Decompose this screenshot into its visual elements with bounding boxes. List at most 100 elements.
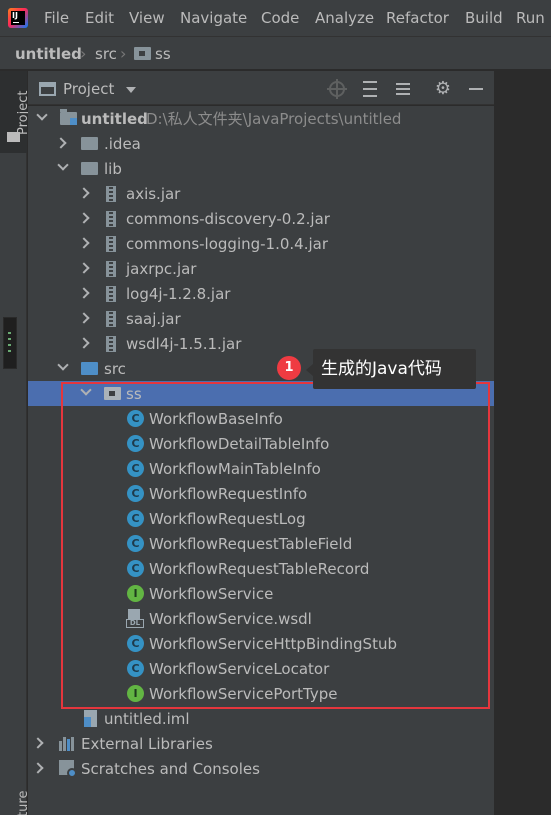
chevron-right-icon[interactable] [32,762,44,774]
class-icon: C [127,510,144,527]
interface-icon: I [127,685,144,702]
chevron-right-icon[interactable] [55,137,67,149]
class-icon: C [127,485,144,502]
chevron-right-icon[interactable] [78,262,90,274]
jar-icon [106,286,116,302]
menu-build[interactable]: Build [465,0,503,36]
tree-row-file[interactable]: I WorkflowService [28,581,494,606]
chevron-right-icon[interactable] [78,337,90,349]
class-icon: C [127,660,144,677]
tree-row-file[interactable]: C WorkflowRequestLog [28,506,494,531]
left-tool-strip: Project Structure [0,71,31,815]
annotation-text: 生成的Java代码 [321,359,442,379]
breadcrumb: untitled › src › ss [0,36,551,70]
jar-name: saaj.jar [126,310,181,328]
jar-icon [106,336,116,352]
jar-icon [106,261,116,277]
tree-row-file[interactable]: I WorkflowServicePortType [28,681,494,706]
expand-all-icon[interactable] [360,79,380,99]
tree-row-file[interactable]: C WorkflowRequestTableField [28,531,494,556]
menu-bar: IJ File Edit View Navigate Code Analyze … [0,0,551,36]
file-name: WorkflowRequestTableRecord [149,560,370,578]
jar-name: jaxrpc.jar [126,260,197,278]
breadcrumb-project[interactable]: untitled [15,37,82,71]
chevron-down-icon[interactable] [57,159,69,171]
tree-row-jar[interactable]: jaxrpc.jar [28,256,494,281]
library-icon [59,737,77,751]
jar-name: commons-discovery-0.2.jar [126,210,330,228]
tree-row-jar[interactable]: commons-discovery-0.2.jar [28,206,494,231]
tree-row-file[interactable]: C WorkflowMainTableInfo [28,456,494,481]
chevron-down-icon[interactable] [36,109,48,121]
menu-run[interactable]: Run [516,0,545,36]
chevron-right-icon[interactable] [32,737,44,749]
locate-file-icon[interactable] [327,79,347,99]
breadcrumb-separator-icon: › [120,44,127,63]
tree-row-iml[interactable]: untitled.iml [28,706,494,731]
menu-view[interactable]: View [129,0,165,36]
file-name: WorkflowService [149,585,274,603]
tree-row-file[interactable]: C WorkflowRequestInfo [28,481,494,506]
file-name: WorkflowServiceHttpBindingStub [149,635,397,653]
chevron-right-icon[interactable] [78,237,90,249]
tree-row-idea[interactable]: .idea [28,131,494,156]
class-icon: C [127,435,144,452]
tree-row-jar[interactable]: saaj.jar [28,306,494,331]
file-name: untitled.iml [104,710,190,728]
jar-icon [106,211,116,227]
root-path: D:\私人文件夹\JavaProjects\untitled [146,110,402,128]
tree-row-root[interactable]: untitled D:\私人文件夹\JavaProjects\untitled [28,106,494,131]
breadcrumb-package[interactable]: ss [155,37,171,71]
file-name: WorkflowRequestInfo [149,485,308,503]
menu-navigate[interactable]: Navigate [180,0,247,36]
chevron-right-icon[interactable] [78,312,90,324]
project-tree: untitled D:\私人文件夹\JavaProjects\untitled … [28,106,494,815]
editor-area [494,71,551,815]
chevron-down-icon[interactable] [57,359,69,371]
menu-code[interactable]: Code [261,0,299,36]
menu-analyze[interactable]: Analyze [315,0,374,36]
file-name: WorkflowServicePortType [149,685,338,703]
chevron-right-icon[interactable] [78,187,90,199]
collapse-all-icon[interactable] [393,79,413,99]
external-libraries-label: External Libraries [81,735,213,753]
tree-row-file[interactable]: C WorkflowRequestTableRecord [28,556,494,581]
chevron-down-icon[interactable] [80,384,92,396]
class-icon: C [127,635,144,652]
wsdl-file-icon: DL [126,609,144,628]
tree-row-lib[interactable]: lib [28,156,494,181]
tree-row-file[interactable]: C WorkflowServiceLocator [28,656,494,681]
tree-row-file[interactable]: C WorkflowServiceHttpBindingStub [28,631,494,656]
tree-row-file[interactable]: C WorkflowBaseInfo [28,406,494,431]
project-tool-tab[interactable]: Project [0,71,31,153]
chevron-down-icon[interactable] [126,87,136,93]
tree-row-jar[interactable]: axis.jar [28,181,494,206]
class-icon: C [127,535,144,552]
menu-edit[interactable]: Edit [85,0,114,36]
breadcrumb-src[interactable]: src [95,37,117,71]
tree-row-jar[interactable]: log4j-1.2.8.jar [28,281,494,306]
class-icon: C [127,410,144,427]
project-view-selector[interactable]: Project [63,71,114,107]
tree-row-jar[interactable]: commons-logging-1.0.4.jar [28,231,494,256]
chevron-right-icon[interactable] [78,287,90,299]
chevron-right-icon[interactable] [78,212,90,224]
file-name: WorkflowRequestLog [149,510,306,528]
intellij-logo-icon: IJ [8,8,28,28]
tree-row-file[interactable]: DL WorkflowService.wsdl [28,606,494,631]
hide-panel-icon[interactable] [466,79,486,99]
menu-file[interactable]: File [44,0,69,36]
jar-icon [106,186,116,202]
menu-refactor[interactable]: Refactor [386,0,449,36]
file-name: WorkflowMainTableInfo [149,460,321,478]
gear-icon[interactable]: ⚙ [433,79,453,99]
tree-row-external-libraries[interactable]: External Libraries [28,731,494,756]
breadcrumb-separator-icon: › [80,44,87,63]
tree-row-scratches[interactable]: Scratches and Consoles [28,756,494,781]
package-folder-icon [134,47,151,60]
package-folder-icon [104,387,121,400]
project-window-icon [39,82,56,96]
root-name: untitled [81,110,148,128]
tree-row-file[interactable]: C WorkflowDetailTableInfo [28,431,494,456]
module-mark-icon [70,118,77,125]
